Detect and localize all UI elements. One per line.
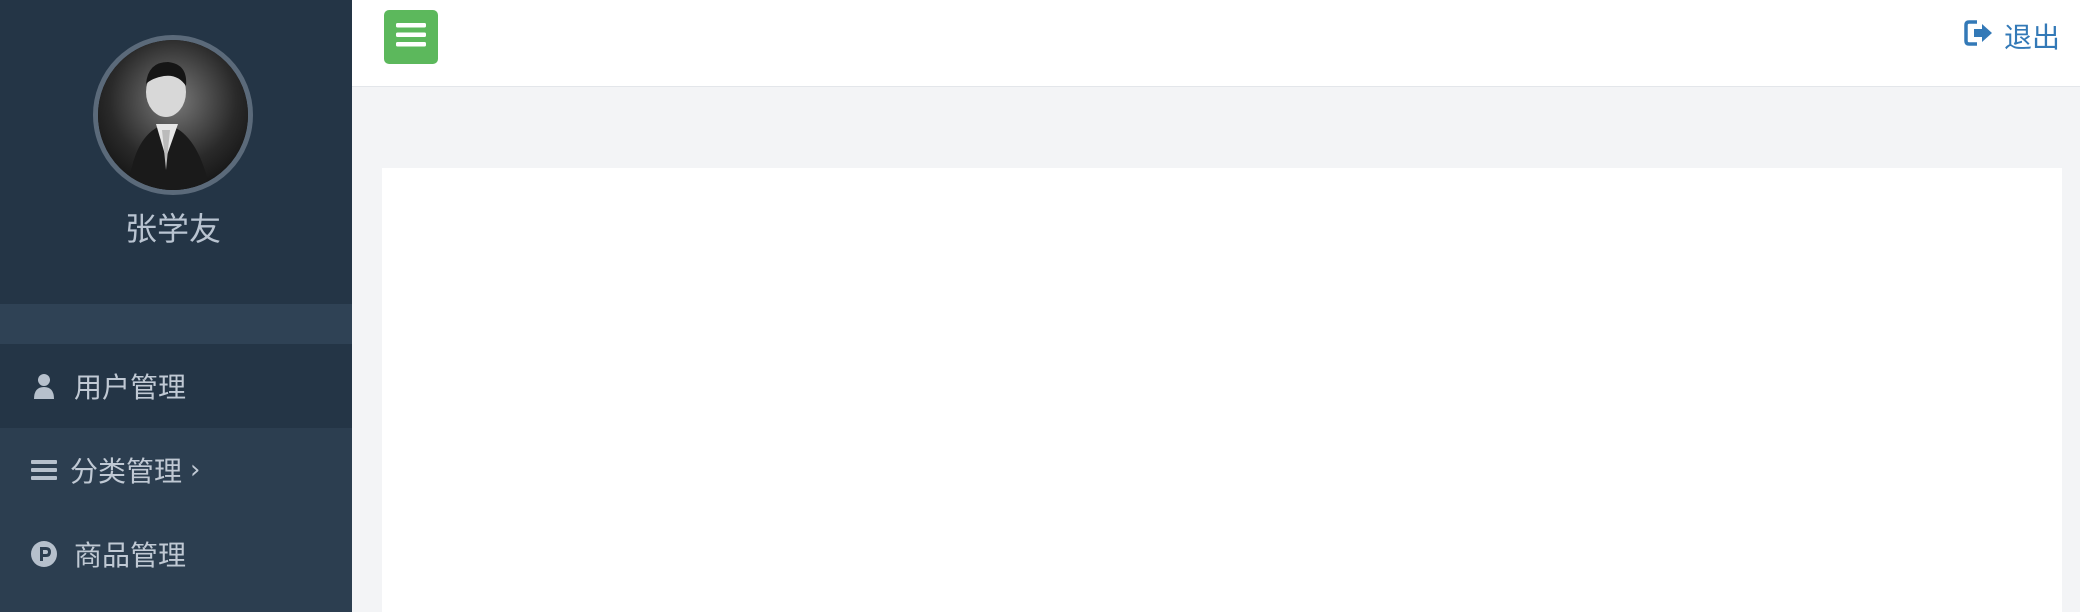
avatar <box>93 35 253 195</box>
sidebar-item-label: 商品管理 <box>74 539 187 572</box>
logout-label: 退出 <box>2003 21 2060 54</box>
sidebar-item-product-management[interactable]: 商品管理 <box>0 512 352 596</box>
sidebar-item-user-management[interactable]: 用户管理 <box>0 344 352 428</box>
menu-toggle-button[interactable] <box>384 10 438 64</box>
sidebar-divider <box>0 304 352 344</box>
user-icon <box>28 370 60 402</box>
sidebar-item-label: 用户管理 <box>74 371 187 404</box>
username: 张学友 <box>124 210 221 248</box>
sign-out-icon <box>1964 19 1994 54</box>
top-header: 退出 <box>352 0 2080 87</box>
logout-link[interactable]: 退出 <box>1964 14 2060 58</box>
list-icon <box>28 454 60 486</box>
sidebar-item-label: 分类管理 <box>70 455 183 488</box>
profile-panel: 张学友 <box>0 0 352 304</box>
sidebar: 张学友 用户管理 分类管理 › 商品管理 <box>0 0 352 612</box>
parking-circle-icon <box>28 538 60 570</box>
content-panel <box>382 168 2062 612</box>
hamburger-icon <box>396 22 426 52</box>
chevron-right-icon: › <box>190 455 201 485</box>
sidebar-item-category-management[interactable]: 分类管理 › <box>0 428 352 512</box>
